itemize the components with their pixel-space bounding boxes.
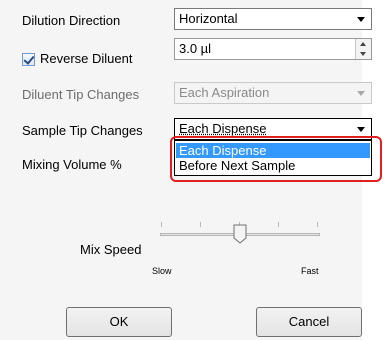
mix-speed-slider[interactable] [160,222,320,262]
spinner-down-icon[interactable] [356,49,371,59]
slider-tick [161,222,162,227]
slider-thumb-icon[interactable] [233,224,247,244]
checkmark-icon [23,53,35,65]
slider-tick [200,222,201,227]
dilution-direction-combo[interactable]: Horizontal [174,8,372,30]
dilution-direction-label: Dilution Direction [22,13,121,28]
reverse-diluent-label: Reverse Diluent [40,51,133,66]
diluent-tip-changes-combo[interactable]: Each Aspiration [174,82,372,104]
diluent-tip-changes-value: Each Aspiration [179,85,270,100]
chevron-down-icon [357,127,365,132]
cancel-button[interactable]: Cancel [256,307,362,337]
ok-button[interactable]: OK [66,307,172,337]
reverse-diluent-volume-spinner[interactable]: 3.0 µl [174,38,372,60]
mix-speed-max-label: Fast [301,266,319,276]
highlight-ring [170,136,382,182]
reverse-diluent-volume-value: 3.0 µl [179,41,212,56]
spinner-buttons [355,39,371,59]
chevron-down-icon [357,17,365,22]
dilution-direction-value: Horizontal [179,11,238,26]
chevron-down-icon [357,91,365,96]
sample-tip-changes-label: Sample Tip Changes [22,123,143,138]
slider-tick [317,222,318,227]
sample-tip-changes-value: Each Dispense [179,121,267,136]
diluent-tip-changes-label: Diluent Tip Changes [22,87,140,102]
reverse-diluent-checkbox[interactable] [22,53,35,66]
mixing-volume-label: Mixing Volume % [22,157,122,172]
slider-tick [278,222,279,227]
dilution-settings-panel: Dilution Direction Horizontal Reverse Di… [0,0,384,340]
mix-speed-min-label: Slow [152,266,172,276]
mix-speed-label: Mix Speed [80,242,142,257]
